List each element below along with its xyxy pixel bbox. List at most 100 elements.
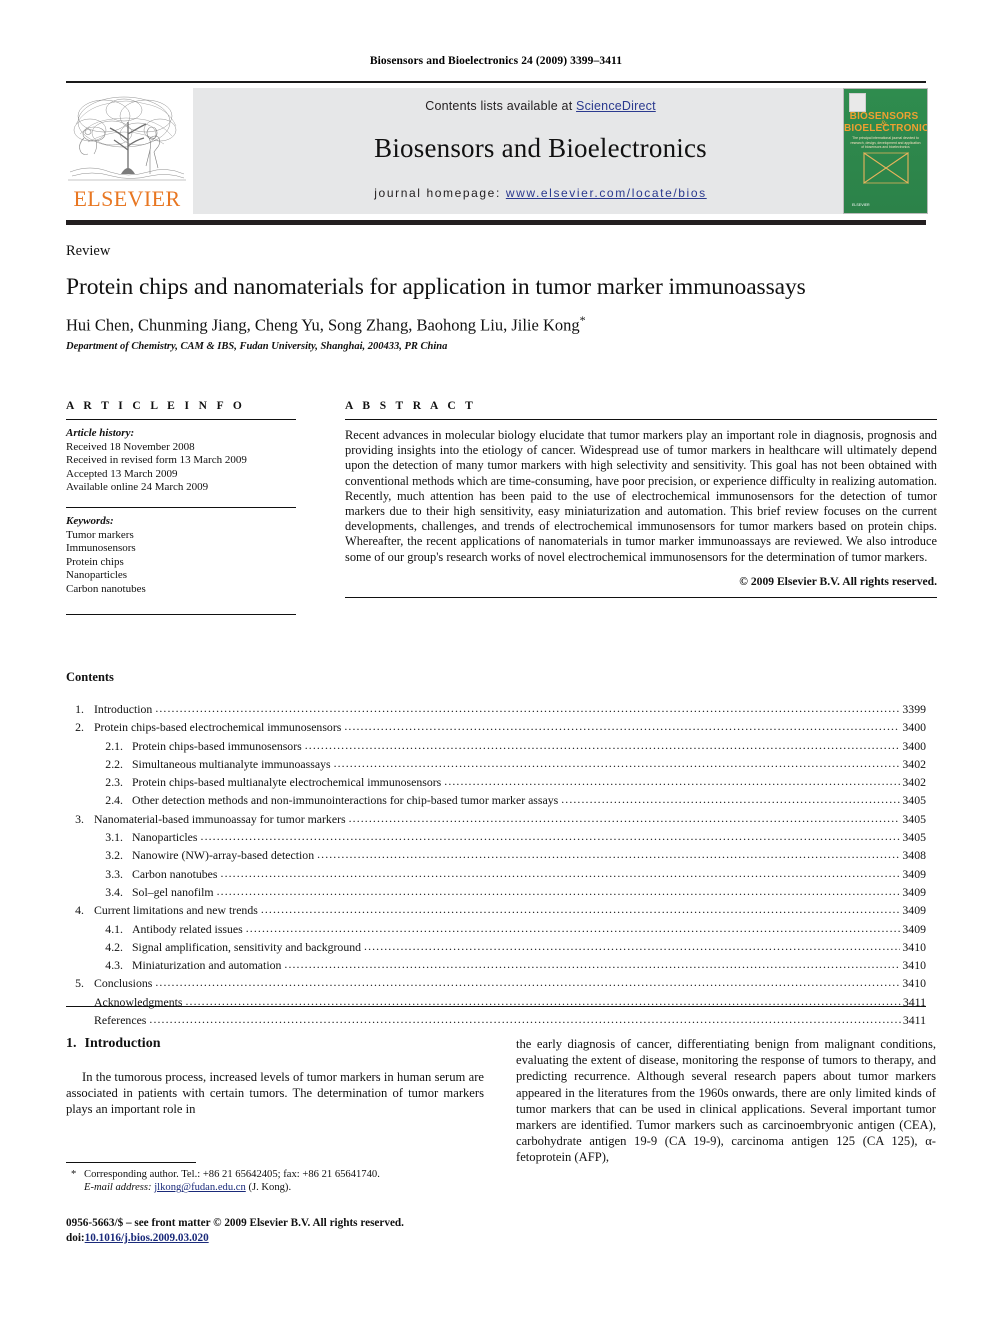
toc-entry-number: 4.2. xyxy=(105,939,123,954)
toc-entry[interactable]: 3.1. Nanoparticles.......................… xyxy=(66,828,926,846)
abstract-text: Recent advances in molecular biology elu… xyxy=(345,428,937,564)
toc-entry[interactable]: 2.3. Protein chips-based multianalyte ele… xyxy=(66,773,926,791)
toc-entry[interactable]: 4.3. Miniaturization and automation......… xyxy=(66,956,926,974)
keyword-item: Tumor markers xyxy=(66,528,134,541)
journal-banner: Contents lists available at ScienceDirec… xyxy=(193,88,888,214)
toc-entry-label: Nanomaterial-based immunoassay for tumor… xyxy=(94,811,346,826)
toc-entry[interactable]: 4.1. Antibody related issues.............… xyxy=(66,920,926,938)
history-item: Available online 24 March 2009 xyxy=(66,481,209,494)
toc-dot-leader: ........................................… xyxy=(317,847,901,862)
toc-entry[interactable]: Acknowledgments.........................… xyxy=(66,993,926,1011)
toc-entry-label: Protein chips-based electrochemical immu… xyxy=(94,720,342,735)
toc-entry-label: Introduction xyxy=(94,702,153,716)
toc-entry-page: 3399 xyxy=(902,702,926,716)
toc-entry-number: 3.1. xyxy=(105,830,123,845)
intro-right-column: the early diagnosis of cancer, different… xyxy=(516,1036,936,1166)
footnote-block: * Corresponding author. Tel.: +86 21 656… xyxy=(66,1168,486,1194)
toc-entry-number: 1. xyxy=(75,702,84,716)
toc-entry-number: 4.1. xyxy=(105,921,123,936)
toc-dot-leader: ........................................… xyxy=(344,719,900,734)
toc-entry[interactable]: 2.4. Other detection methods and non-immu… xyxy=(66,791,926,809)
toc-entry-number: 3.3. xyxy=(105,866,123,881)
intro-paragraph-right: the early diagnosis of cancer, different… xyxy=(516,1037,936,1165)
author-names: Hui Chen, Chunming Jiang, Cheng Yu, Song… xyxy=(66,315,580,335)
section-title-introduction: 1. Introduction xyxy=(66,1036,484,1052)
cover-title-line2: BIOELECTRONICS xyxy=(844,123,928,134)
toc-entry-label: Acknowledgments xyxy=(94,994,183,1009)
toc-entry[interactable]: 2. Protein chips-based electrochemical im… xyxy=(66,718,926,736)
toc-entry-label: Current limitations and new trends xyxy=(94,903,258,918)
toc-entry[interactable]: 3.2. Nanowire (NW)-array-based detection.… xyxy=(66,846,926,864)
toc-dot-leader: ........................................… xyxy=(444,774,900,789)
masthead-bottom-bar xyxy=(66,220,926,225)
article-info-column: A R T I C L E I N F O Article history: R… xyxy=(66,400,296,615)
toc-dot-leader: ........................................… xyxy=(348,810,901,825)
article-info-rule-top xyxy=(66,419,296,420)
toc-entry-page: 3402 xyxy=(902,756,926,771)
toc-entry[interactable]: 1. Introduction..........................… xyxy=(66,700,926,718)
toc-entry-number: 5. xyxy=(75,976,84,991)
doi-line: doi:10.1016/j.bios.2009.03.020 xyxy=(66,1231,506,1246)
keywords-block: Keywords: Tumor markers Immunosensors Pr… xyxy=(66,515,296,597)
toc-entry[interactable]: 3.3. Carbon nanotubes....................… xyxy=(66,865,926,883)
footnote-body: Corresponding author. Tel.: +86 21 65642… xyxy=(84,1168,486,1194)
toc-entry[interactable]: 4.2. Signal amplification, sensitivity an… xyxy=(66,938,926,956)
keyword-item: Protein chips xyxy=(66,555,124,568)
article-history-block: Article history: Received 18 November 20… xyxy=(66,427,296,495)
toc-entry-page: 3411 xyxy=(902,1013,926,1028)
toc-entry-number: 2.4. xyxy=(105,793,123,808)
toc-entry[interactable]: 3. Nanomaterial-based immunoassay for tum… xyxy=(66,810,926,828)
section-name: Introduction xyxy=(84,1036,161,1051)
journal-cover-thumbnail[interactable]: BIOSENSORS & BIOELECTRONICS The principa… xyxy=(843,88,928,214)
toc-entry[interactable]: 3.4. Sol–gel nanofilm....................… xyxy=(66,883,926,901)
toc-entry-number: 2.1. xyxy=(105,738,123,753)
toc-entry-page: 3411 xyxy=(902,994,926,1009)
author-affiliation: Department of Chemistry, CAM & IBS, Fuda… xyxy=(66,341,448,352)
running-head: Biosensors and Bioelectronics 24 (2009) … xyxy=(369,55,623,67)
article-history-label: Article history: xyxy=(66,427,135,439)
toc-entry[interactable]: 5. Conclusions...........................… xyxy=(66,974,926,992)
toc-entry-page: 3405 xyxy=(902,811,926,826)
imprint-block: 0956-5663/$ – see front matter © 2009 El… xyxy=(66,1216,506,1246)
journal-homepage-label: journal homepage: xyxy=(374,186,501,200)
keywords-label: Keywords: xyxy=(66,514,114,527)
toc-dot-leader: ........................................… xyxy=(561,792,901,807)
toc-dot-leader: ........................................… xyxy=(260,902,901,917)
toc-entry-page: 3410 xyxy=(902,958,926,973)
abstract-rule-top xyxy=(345,419,937,420)
history-item: Received 18 November 2008 xyxy=(66,440,195,453)
issn-front-matter: 0956-5663/$ – see front matter © 2009 El… xyxy=(66,1217,404,1229)
email-owner: (J. Kong). xyxy=(248,1182,292,1194)
cover-bowtie-graphic xyxy=(863,151,909,185)
journal-homepage-link[interactable]: www.elsevier.com/locate/bios xyxy=(506,186,707,200)
sciencedirect-link[interactable]: ScienceDirect xyxy=(576,99,656,113)
author-email-link[interactable]: jlkong@fudan.edu.cn xyxy=(154,1182,246,1193)
table-of-contents: 1. Introduction..........................… xyxy=(66,700,926,1029)
cover-footer-text: ELSEVIER xyxy=(852,203,870,207)
elsevier-logo: ELSEVIER xyxy=(66,88,188,214)
toc-entry-label: Signal amplification, sensitivity and ba… xyxy=(132,939,362,954)
doi-link[interactable]: 10.1016/j.bios.2009.03.020 xyxy=(85,1232,209,1244)
toc-entry-page: 3402 xyxy=(902,775,926,790)
toc-entry-number: 2. xyxy=(75,720,84,735)
toc-entry-number: 4. xyxy=(75,903,84,918)
toc-dot-leader: ........................................… xyxy=(364,938,900,953)
masthead-top-rule xyxy=(66,81,926,83)
toc-entry-label: Protein chips-based immunosensors xyxy=(132,738,302,753)
toc-entry-page: 3410 xyxy=(902,976,926,991)
corresponding-author-marker: * xyxy=(579,313,586,327)
toc-entry[interactable]: 2.2. Simultaneous multianalyte immunoassa… xyxy=(66,755,926,773)
contents-bottom-rule xyxy=(66,1006,926,1008)
cover-publisher-badge xyxy=(849,93,866,112)
toc-entry[interactable]: 4. Current limitations and new trends....… xyxy=(66,901,926,919)
keyword-item: Carbon nanotubes xyxy=(66,582,146,595)
toc-entry[interactable]: 2.1. Protein chips-based immunosensors...… xyxy=(66,737,926,755)
keyword-item: Nanoparticles xyxy=(66,569,128,582)
toc-dot-leader: ........................................… xyxy=(284,957,900,972)
paper-page: Biosensors and Bioelectronics 24 (2009) … xyxy=(0,0,992,1323)
article-doctype: Review xyxy=(66,243,111,259)
toc-entry[interactable]: References..............................… xyxy=(66,1011,926,1029)
toc-entry-label: Carbon nanotubes xyxy=(132,866,218,881)
toc-entry-page: 3409 xyxy=(902,903,926,918)
toc-entry-page: 3400 xyxy=(902,738,926,753)
